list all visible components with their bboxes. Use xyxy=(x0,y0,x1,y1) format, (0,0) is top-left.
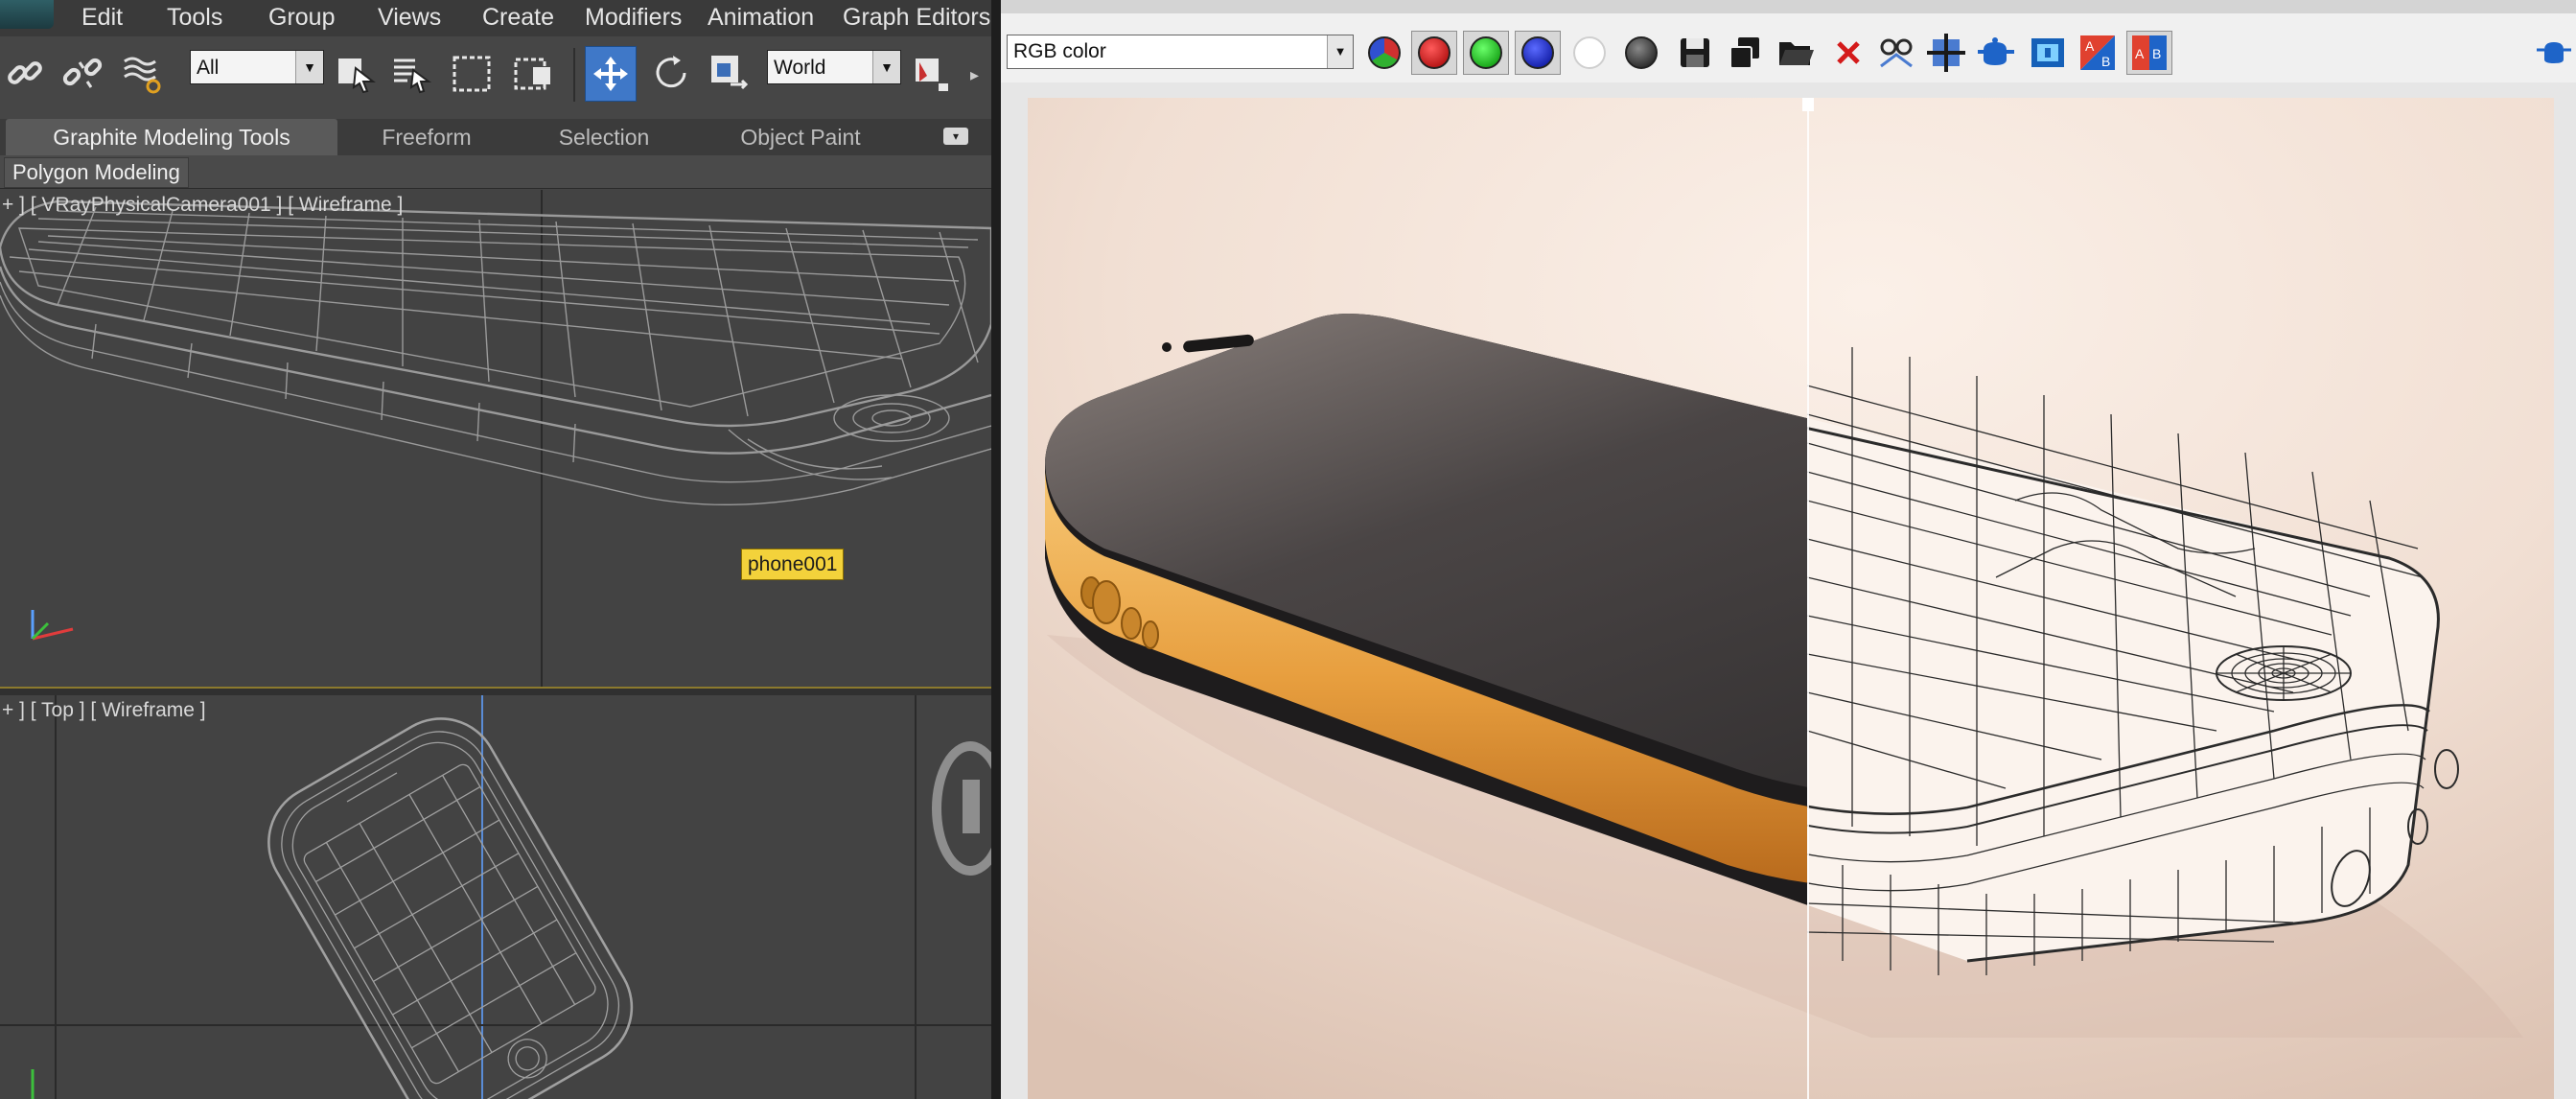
save-image-icon[interactable] xyxy=(1672,31,1718,75)
camera-viewport-label[interactable]: + ] [ VRayPhysicalCamera001 ] [ Wirefram… xyxy=(2,194,403,217)
bind-space-warp-icon[interactable] xyxy=(117,46,169,102)
axis-gizmo-icon xyxy=(31,610,74,641)
teapot-icon[interactable] xyxy=(2535,31,2573,75)
load-image-icon[interactable] xyxy=(1774,31,1820,75)
channel-dropdown[interactable]: RGB color ▼ xyxy=(1007,35,1354,69)
vfb-toolbar: RGB color ▼ A B A B xyxy=(1001,13,2576,83)
color-channels-icon[interactable] xyxy=(1361,31,1407,75)
main-toolbar: All ▼ World ▼ ▸ xyxy=(0,36,991,120)
camera-wireframe-phone xyxy=(0,190,991,687)
rendered-image[interactable] xyxy=(1028,98,2554,1099)
render-area xyxy=(1001,82,2576,1099)
menu-create[interactable]: Create xyxy=(482,4,554,32)
window-crossing-icon[interactable] xyxy=(508,46,560,102)
select-and-rotate-icon[interactable] xyxy=(646,46,698,102)
blue-channel-icon[interactable] xyxy=(1515,31,1561,75)
viewcube-face[interactable] xyxy=(963,780,980,833)
chevron-down-icon: ▼ xyxy=(295,51,323,83)
menu-graph-editors[interactable]: Graph Editors xyxy=(843,4,990,32)
phone-render xyxy=(1028,98,2554,1099)
alpha-channel-icon[interactable] xyxy=(1566,31,1613,75)
clone-frame-buffer-icon[interactable] xyxy=(1722,31,1768,75)
menu-bar: Edit Tools Group Views Create Modifiers … xyxy=(0,0,991,36)
red-channel-icon[interactable] xyxy=(1411,31,1457,75)
track-mouse-icon[interactable] xyxy=(1873,31,1919,75)
ribbon-panel: Polygon Modeling xyxy=(0,155,991,189)
tab-selection[interactable]: Selection xyxy=(537,119,671,155)
menu-group[interactable]: Group xyxy=(268,4,335,32)
ribbon-minimize-icon[interactable]: ▾ xyxy=(943,128,968,145)
camera-viewport[interactable]: + ] [ VRayPhysicalCamera001 ] [ Wirefram… xyxy=(0,190,991,687)
menu-modifiers[interactable]: Modifiers xyxy=(585,4,682,32)
window-divider xyxy=(991,0,1001,1099)
select-object-icon[interactable] xyxy=(330,46,382,102)
swap-ab-icon[interactable]: AB xyxy=(2075,31,2121,75)
toolbar-separator xyxy=(573,48,575,102)
tab-freeform[interactable]: Freeform xyxy=(355,119,499,155)
menu-edit[interactable]: Edit xyxy=(81,4,123,32)
vfb-title-bar xyxy=(1001,0,2576,14)
monochrome-icon[interactable] xyxy=(1618,31,1664,75)
select-and-scale-icon[interactable] xyxy=(704,46,755,102)
chevron-down-icon: ▼ xyxy=(1327,35,1353,68)
vray-frame-buffer-window: RGB color ▼ A B A B xyxy=(1001,0,2576,1099)
selection-filter-value: All xyxy=(197,57,220,79)
menu-tools[interactable]: Tools xyxy=(167,4,222,32)
top-viewport[interactable]: + ] [ Top ] [ Wireframe ] xyxy=(0,695,991,1099)
compare-ab-icon[interactable]: AB xyxy=(2126,31,2172,75)
reference-coord-dropdown[interactable]: World ▼ xyxy=(767,50,901,84)
polygon-modeling-panel[interactable]: Polygon Modeling xyxy=(4,157,189,188)
tab-object-paint[interactable]: Object Paint xyxy=(709,119,892,155)
green-channel-icon[interactable] xyxy=(1463,31,1509,75)
svg-text:B: B xyxy=(2101,54,2110,69)
render-icon[interactable] xyxy=(1973,31,2019,75)
application-button[interactable] xyxy=(0,0,54,29)
svg-text:A: A xyxy=(2085,38,2095,54)
unlink-icon[interactable] xyxy=(58,46,109,102)
rectangular-selection-icon[interactable] xyxy=(447,46,499,102)
selection-filter-dropdown[interactable]: All ▼ xyxy=(190,50,324,84)
menu-animation[interactable]: Animation xyxy=(708,4,814,32)
svg-text:B: B xyxy=(2152,46,2161,61)
clear-image-icon[interactable] xyxy=(1825,31,1871,75)
object-name-tag: phone001 xyxy=(741,549,845,580)
svg-text:A: A xyxy=(2135,46,2145,61)
chevron-down-icon: ▼ xyxy=(872,51,900,83)
select-by-name-icon[interactable] xyxy=(385,46,437,102)
render-region-icon[interactable] xyxy=(1923,31,1969,75)
top-wireframe-phone xyxy=(0,695,991,1099)
channel-value: RGB color xyxy=(1013,40,1106,62)
max-window: Edit Tools Group Views Create Modifiers … xyxy=(0,0,991,1099)
tab-graphite-modeling-tools[interactable]: Graphite Modeling Tools xyxy=(6,119,337,155)
show-pixel-info-icon[interactable] xyxy=(2025,31,2071,75)
reference-coord-value: World xyxy=(774,57,826,79)
select-and-move-icon[interactable] xyxy=(585,46,637,102)
menu-views[interactable]: Views xyxy=(378,4,441,32)
toolbar-overflow-icon[interactable]: ▸ xyxy=(970,65,980,84)
use-pivot-center-icon[interactable] xyxy=(905,46,957,102)
top-viewport-label[interactable]: + ] [ Top ] [ Wireframe ] xyxy=(2,699,206,722)
compare-ab-divider[interactable] xyxy=(1807,98,1809,1099)
link-icon[interactable] xyxy=(0,46,52,102)
ribbon-tabs: Graphite Modeling Tools Freeform Selecti… xyxy=(0,119,991,155)
